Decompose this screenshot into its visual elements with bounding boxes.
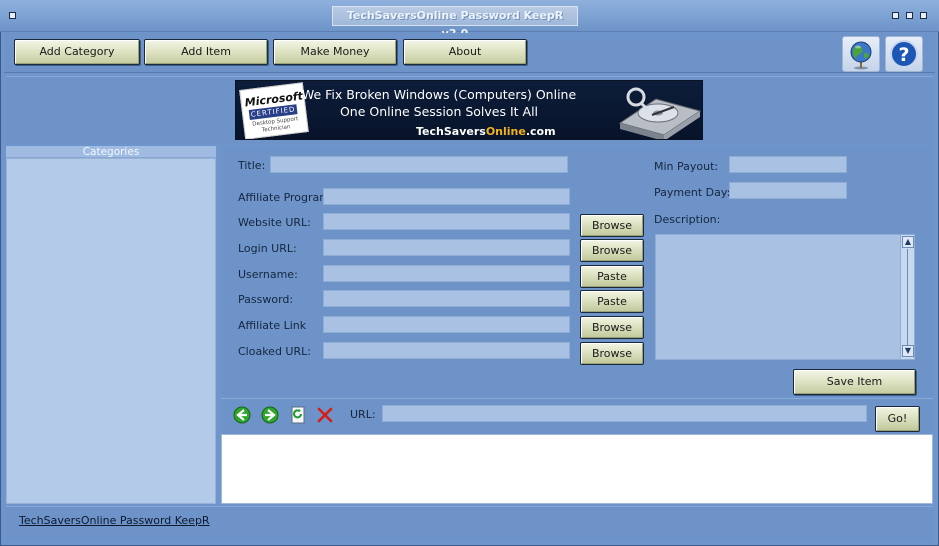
title-label: Title: — [238, 159, 266, 172]
url-input[interactable] — [382, 405, 867, 422]
affiliate-program-label: Affiliate Program: — [238, 191, 334, 204]
description-label: Description: — [654, 213, 721, 226]
globe-icon — [850, 41, 872, 70]
scroll-up-icon[interactable]: ▲ — [902, 236, 914, 248]
footer-app-link[interactable]: TechSaversOnline Password KeepR — [19, 514, 210, 527]
description-textarea[interactable] — [655, 234, 915, 360]
website-url-field[interactable] — [323, 213, 570, 230]
title-field[interactable] — [270, 156, 568, 173]
svg-text:?: ? — [898, 44, 909, 66]
system-menu-icon[interactable] — [9, 12, 16, 19]
forward-icon[interactable] — [261, 406, 279, 424]
password-label: Password: — [238, 293, 294, 306]
website-url-label: Website URL: — [238, 216, 311, 229]
cloaked-url-field[interactable] — [323, 342, 570, 359]
categories-tree[interactable] — [6, 158, 216, 504]
title-bar: TechSaversOnline Password KeepR v2.0 — [0, 0, 939, 40]
username-label: Username: — [238, 268, 298, 281]
help-button[interactable]: ? — [885, 36, 923, 72]
affiliate-link-browse-button[interactable]: Browse — [580, 316, 644, 339]
affiliate-program-field[interactable] — [323, 188, 570, 205]
url-label: URL: — [350, 408, 376, 421]
back-icon[interactable] — [233, 406, 251, 424]
cloaked-url-browse-button[interactable]: Browse — [580, 342, 644, 365]
hard-drive-icon — [618, 87, 702, 139]
help-icon: ? — [890, 40, 918, 68]
stop-icon[interactable] — [316, 406, 334, 424]
ad-banner[interactable]: Microsoft CERTIFIED Desktop Support Tech… — [235, 80, 703, 140]
banner-site-part-a: TechSavers — [416, 125, 486, 138]
website-url-browse-button[interactable]: Browse — [580, 214, 644, 237]
affiliate-link-field[interactable] — [323, 316, 570, 333]
save-item-button[interactable]: Save Item — [793, 369, 916, 395]
maximize-icon[interactable] — [906, 12, 913, 19]
add-category-button[interactable]: Add Category — [14, 39, 140, 65]
description-scrollbar[interactable]: ▲ ▼ — [900, 235, 914, 359]
login-url-browse-button[interactable]: Browse — [580, 239, 644, 262]
about-button[interactable]: About — [403, 39, 527, 65]
login-url-field[interactable] — [323, 239, 570, 256]
banner-site-name: TechSaversOnline.com — [416, 125, 556, 138]
username-field[interactable] — [323, 265, 570, 282]
banner-headline: We Fix Broken Windows (Computers) Online — [301, 87, 577, 102]
add-item-button[interactable]: Add Item — [144, 39, 268, 65]
window-title: TechSaversOnline Password KeepR v2.0 — [332, 6, 578, 40]
username-paste-button[interactable]: Paste — [580, 265, 644, 288]
web-browser-view[interactable] — [221, 434, 933, 504]
banner-subline: One Online Session Solves It All — [339, 104, 539, 119]
categories-header: Categories — [6, 146, 216, 158]
password-field[interactable] — [323, 290, 570, 307]
scroll-down-icon[interactable]: ▼ — [902, 345, 914, 357]
affiliate-link-label: Affiliate Link — [238, 319, 307, 332]
close-icon[interactable] — [920, 12, 927, 19]
payment-day-field[interactable] — [729, 182, 847, 199]
banner-site-part-c: .com — [525, 125, 556, 138]
minimize-icon[interactable] — [892, 12, 899, 19]
scroll-track — [907, 249, 908, 345]
min-payout-field[interactable] — [729, 156, 847, 173]
payment-day-label: Payment Day: — [654, 186, 731, 199]
password-paste-button[interactable]: Paste — [580, 290, 644, 313]
refresh-icon[interactable] — [289, 406, 307, 424]
min-payout-label: Min Payout: — [654, 160, 719, 173]
make-money-button[interactable]: Make Money — [273, 39, 397, 65]
login-url-label: Login URL: — [238, 242, 297, 255]
globe-button[interactable] — [842, 36, 880, 72]
banner-site-part-b: Online — [485, 125, 526, 138]
cloaked-url-label: Cloaked URL: — [238, 345, 311, 358]
go-button[interactable]: Go! — [875, 406, 920, 432]
